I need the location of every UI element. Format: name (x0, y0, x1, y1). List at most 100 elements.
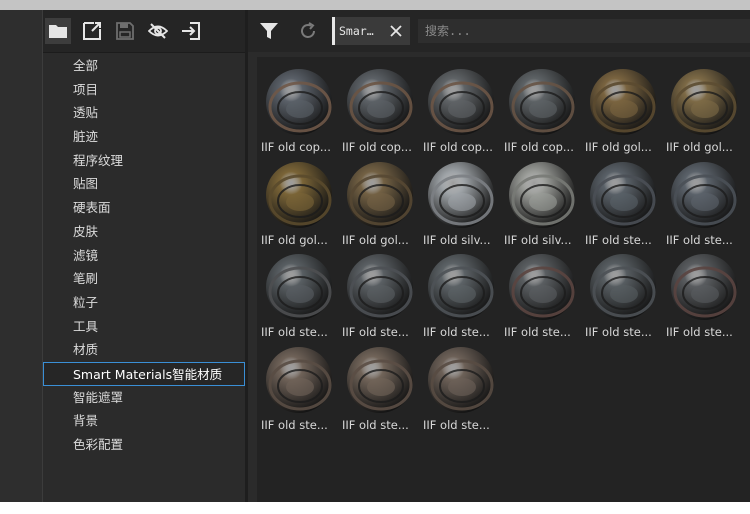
save-icon (116, 22, 134, 40)
material-sphere-icon (347, 69, 413, 135)
material-thumbnail[interactable]: IIF old ste... (666, 251, 744, 341)
category-item-selected[interactable]: Smart Materials智能材质 (43, 361, 245, 386)
material-sphere-icon (428, 254, 494, 320)
material-label: IIF old ste... (261, 417, 328, 432)
window-top-edge (0, 0, 750, 10)
material-label: IIF old cop... (504, 140, 574, 154)
material-thumbnail[interactable]: IIF old ste... (261, 251, 339, 341)
material-sphere-icon (266, 161, 332, 228)
material-thumbnail[interactable]: IIF old ste... (423, 251, 501, 341)
category-item[interactable]: 智能遮罩 (43, 386, 245, 410)
material-thumbnail[interactable]: IIF old ste... (666, 159, 744, 249)
filter-icon[interactable] (258, 20, 280, 42)
material-thumbnail[interactable]: IIF old cop... (342, 66, 420, 156)
category-item[interactable]: 全部 (43, 54, 245, 78)
material-thumbnail[interactable]: IIF old gol... (261, 159, 339, 249)
material-label: IIF old ste... (261, 325, 328, 339)
material-label: IIF old silv... (423, 232, 491, 247)
material-sphere-icon (266, 346, 332, 413)
new-window-icon (83, 22, 101, 40)
material-thumbnail[interactable]: IIF old silv... (504, 159, 582, 249)
category-item[interactable]: 色彩配置 (43, 433, 245, 457)
material-label: IIF old ste... (423, 325, 490, 339)
folder-icon (49, 25, 67, 38)
material-sphere-icon (590, 161, 656, 228)
import-button[interactable] (178, 18, 204, 44)
material-label: IIF old cop... (423, 140, 493, 154)
material-sphere-icon (509, 254, 575, 320)
category-item[interactable]: 项目 (43, 78, 245, 102)
material-thumbnail[interactable]: IIF old ste... (342, 344, 420, 434)
material-label: IIF old gol... (585, 140, 652, 154)
save-button[interactable] (112, 18, 138, 44)
material-thumbnail[interactable]: IIF old ste... (585, 159, 663, 249)
folder-button[interactable] (45, 18, 71, 44)
material-label: IIF old ste... (666, 232, 733, 247)
material-label: IIF old gol... (666, 140, 733, 154)
hide-button[interactable] (145, 18, 171, 44)
material-sphere-icon (590, 69, 656, 135)
material-thumbnail[interactable]: IIF old ste... (423, 344, 501, 434)
category-item[interactable]: 背景 (43, 409, 245, 433)
material-sphere-icon (509, 69, 575, 135)
category-item[interactable]: 皮肤 (43, 220, 245, 244)
search-input[interactable] (418, 19, 750, 43)
material-thumbnail[interactable]: IIF old cop... (504, 66, 582, 156)
material-thumbnail[interactable]: IIF old cop... (261, 66, 339, 156)
material-thumbnail[interactable]: IIF old ste... (504, 251, 582, 341)
material-label: IIF old ste... (666, 325, 733, 339)
material-label: IIF old gol... (261, 232, 328, 247)
material-thumbnail[interactable]: IIF old silv... (423, 159, 501, 249)
material-sphere-icon (671, 69, 737, 135)
material-sphere-icon (266, 254, 332, 320)
filter-chip-label: Smar… (339, 24, 374, 38)
material-sphere-icon (671, 161, 737, 228)
material-sphere-icon (347, 161, 413, 228)
library-panel: Smar… IIF old cop...IIF old cop...IIF ol… (248, 10, 750, 502)
category-item[interactable]: 透贴 (43, 101, 245, 125)
filter-chip[interactable]: Smar… (332, 17, 410, 45)
window-bottom-edge (0, 502, 750, 514)
category-item[interactable]: 程序纹理 (43, 149, 245, 173)
left-gutter (0, 10, 43, 502)
material-label: IIF old cop... (342, 140, 412, 154)
category-item[interactable]: 贴图 (43, 172, 245, 196)
material-thumbnail[interactable]: IIF old ste... (342, 251, 420, 341)
category-item[interactable]: 工具 (43, 315, 245, 339)
reset-icon[interactable] (297, 20, 319, 42)
material-thumbnail[interactable]: IIF old ste... (585, 251, 663, 341)
category-item[interactable]: 笔刷 (43, 267, 245, 291)
material-sphere-icon (590, 254, 656, 320)
material-sphere-icon (266, 69, 332, 135)
category-toolbar (43, 10, 245, 53)
material-label: IIF old gol... (342, 232, 409, 247)
material-grid: IIF old cop... IIF old cop... IIF old cop.… (257, 57, 750, 502)
material-thumbnail[interactable]: IIF old gol... (585, 66, 663, 156)
category-item[interactable]: 粒子 (43, 291, 245, 315)
material-thumbnail[interactable]: IIF old ste... (261, 344, 339, 434)
material-thumbnail[interactable]: IIF old gol... (666, 66, 744, 156)
new-window-button[interactable] (79, 18, 105, 44)
category-item[interactable]: 脏迹 (43, 125, 245, 149)
material-thumbnail[interactable]: IIF old cop... (423, 66, 501, 156)
material-label: IIF old silv... (504, 232, 572, 247)
material-sphere-icon (428, 69, 494, 135)
category-item[interactable]: 硬表面 (43, 196, 245, 220)
import-icon (182, 22, 200, 40)
category-panel: 全部 项目 透贴 脏迹 程序纹理 贴图 硬表面 皮肤 滤镜 笔刷 粒子 工具 材… (43, 10, 245, 502)
material-label: IIF old cop... (261, 140, 331, 154)
material-label: IIF old ste... (342, 417, 409, 432)
shelf-window: 全部 项目 透贴 脏迹 程序纹理 贴图 硬表面 皮肤 滤镜 笔刷 粒子 工具 材… (0, 10, 750, 502)
material-label: IIF old ste... (423, 417, 490, 432)
material-label: IIF old ste... (504, 325, 571, 339)
material-sphere-icon (509, 161, 575, 228)
material-label: IIF old ste... (585, 325, 652, 339)
category-item[interactable]: 材质 (43, 338, 245, 362)
material-label: IIF old ste... (342, 325, 409, 339)
library-toolbar: Smar… (248, 10, 750, 52)
category-item[interactable]: 滤镜 (43, 244, 245, 268)
material-thumbnail[interactable]: IIF old gol... (342, 159, 420, 249)
material-sphere-icon (347, 254, 413, 320)
close-icon[interactable] (388, 23, 404, 39)
material-sphere-icon (428, 346, 494, 413)
